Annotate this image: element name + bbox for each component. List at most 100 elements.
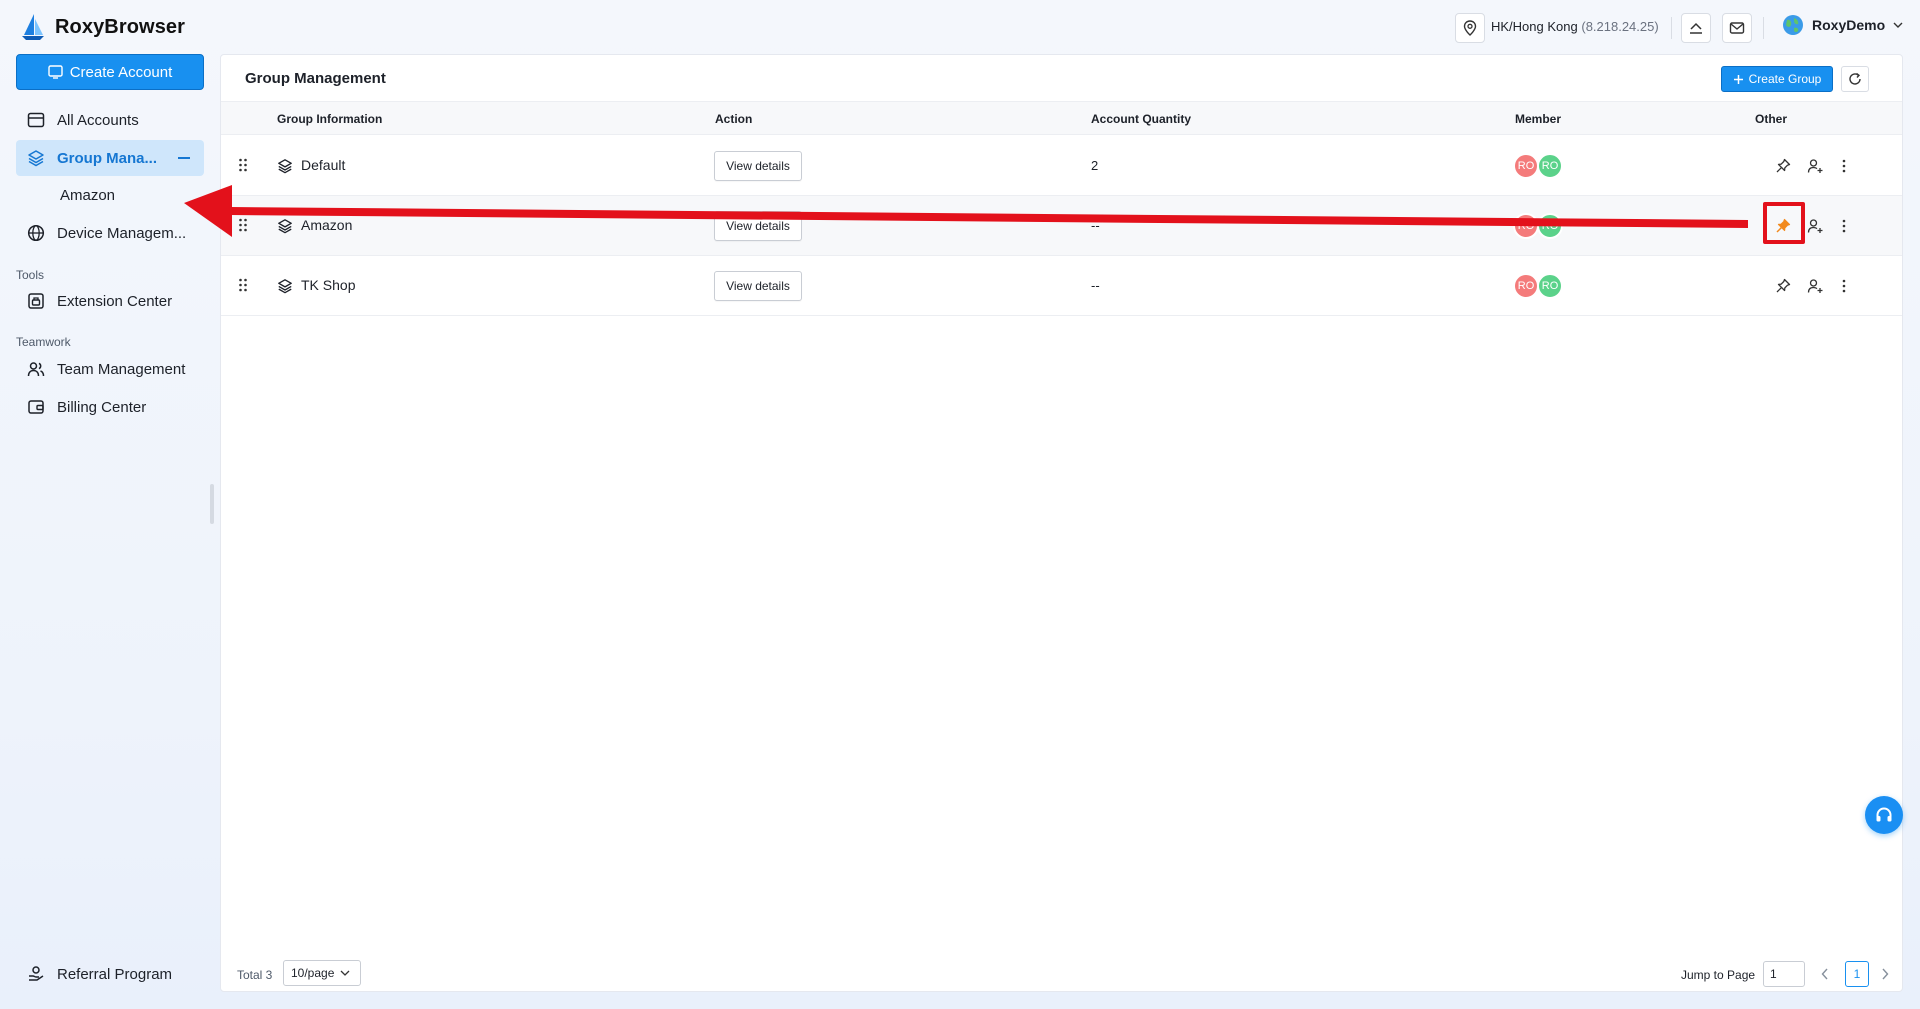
sidebar-item-extension-center[interactable]: Extension Center: [16, 283, 204, 319]
headset-icon: [1874, 805, 1894, 825]
collapse-icon[interactable]: [178, 157, 190, 159]
group-name: Default: [301, 157, 346, 173]
sidebar-item-all-accounts[interactable]: All Accounts: [16, 102, 204, 138]
divider: [1763, 17, 1764, 39]
more-vertical-icon[interactable]: [1841, 218, 1847, 234]
chevron-right-icon[interactable]: [1881, 968, 1889, 980]
support-button[interactable]: [1865, 796, 1903, 834]
location-button[interactable]: [1455, 13, 1485, 43]
page-title: Group Management: [245, 70, 386, 87]
globe-icon: [27, 224, 45, 242]
page-number-current[interactable]: 1: [1845, 961, 1869, 987]
divider: [1671, 17, 1672, 39]
sidebar-item-label: Extension Center: [57, 292, 173, 310]
sidebar-subitem-amazon[interactable]: Amazon: [60, 187, 115, 204]
location-pin-icon: [1463, 20, 1477, 36]
app-name: RoxyBrowser: [55, 15, 186, 38]
layers-icon: [277, 278, 293, 294]
sidebar-item-team-management[interactable]: Team Management: [16, 351, 204, 387]
drag-handle-icon[interactable]: [238, 158, 248, 172]
more-vertical-icon[interactable]: [1841, 158, 1847, 174]
brand: RoxyBrowser: [20, 13, 185, 41]
group-name: TK Shop: [301, 277, 356, 293]
drag-handle-icon[interactable]: [238, 278, 248, 292]
page-size-value: 10/page: [291, 966, 335, 980]
table-row[interactable]: Amazon View details -- RO RO: [221, 196, 1902, 256]
add-member-icon[interactable]: [1807, 158, 1824, 174]
more-vertical-icon[interactable]: [1841, 278, 1847, 294]
table-row[interactable]: Default View details 2 RO RO: [221, 136, 1902, 196]
sidebar-item-label: Team Management: [57, 360, 186, 378]
mail-button[interactable]: [1722, 13, 1752, 43]
table-header: Group Information Action Account Quantit…: [221, 101, 1902, 135]
account-quantity: --: [1091, 218, 1100, 233]
avatar: RO: [1537, 273, 1563, 299]
gift-hand-icon: [27, 965, 45, 983]
chevron-left-icon[interactable]: [1821, 968, 1829, 980]
add-member-icon[interactable]: [1807, 278, 1824, 294]
avatar: RO: [1513, 213, 1539, 239]
account-quantity: 2: [1091, 158, 1099, 173]
layers-icon: [277, 158, 293, 174]
upload-button[interactable]: [1681, 13, 1711, 43]
sidebar: Create Account All Accounts Group Mana..…: [0, 54, 220, 1009]
sidebar-item-label: Device Managem...: [57, 224, 187, 242]
globe-avatar-icon: [1782, 14, 1804, 36]
sidebar-item-referral-program[interactable]: Referral Program: [16, 956, 204, 992]
total-count: Total 3: [237, 968, 273, 982]
avatar: RO: [1513, 153, 1539, 179]
section-label-teamwork: Teamwork: [16, 335, 71, 349]
add-member-icon[interactable]: [1807, 218, 1824, 234]
column-header: Account Quantity: [1091, 112, 1192, 126]
column-header: Action: [715, 112, 753, 126]
avatar: RO: [1537, 153, 1563, 179]
page-size-select[interactable]: 10/page: [283, 960, 361, 986]
browser-window-icon: [27, 111, 45, 129]
create-account-label: Create Account: [69, 63, 173, 81]
column-header: Other: [1755, 112, 1788, 126]
location-text: HK/Hong Kong (8.218.24.25): [1491, 19, 1659, 34]
refresh-button[interactable]: [1841, 66, 1869, 92]
top-bar: RoxyBrowser HK/Hong Kong (8.218.24.25) R…: [0, 0, 1920, 54]
sidebar-item-billing-center[interactable]: Billing Center: [16, 389, 204, 425]
location-ip: (8.218.24.25): [1581, 19, 1659, 34]
main-panel: Group Management Create Group Group Info…: [220, 54, 1903, 992]
location-name: HK/Hong Kong: [1491, 19, 1578, 34]
view-details-button[interactable]: View details: [714, 271, 802, 301]
avatar: RO: [1513, 273, 1539, 299]
column-header: Member: [1515, 112, 1562, 126]
column-header: Group Information: [277, 112, 383, 126]
jump-page-input[interactable]: 1: [1763, 961, 1805, 987]
extension-icon: [27, 292, 45, 310]
create-account-button[interactable]: Create Account: [16, 54, 204, 90]
pin-icon[interactable]: [1775, 158, 1791, 174]
avatar: RO: [1537, 213, 1563, 239]
section-label-tools: Tools: [16, 268, 45, 282]
team-icon: [27, 360, 45, 378]
chevron-down-icon: [1893, 21, 1903, 29]
user-name: RoxyDemo: [1812, 17, 1886, 33]
chevron-down-icon: [340, 969, 350, 977]
create-group-button[interactable]: Create Group: [1721, 66, 1833, 92]
user-menu[interactable]: RoxyDemo: [1782, 14, 1903, 36]
layers-icon: [27, 149, 45, 167]
view-details-button[interactable]: View details: [714, 151, 802, 181]
account-quantity: --: [1091, 278, 1100, 293]
table-row[interactable]: TK Shop View details -- RO RO: [221, 256, 1902, 316]
view-details-button[interactable]: View details: [714, 211, 802, 241]
drag-handle-icon[interactable]: [238, 218, 248, 232]
group-name: Amazon: [301, 217, 353, 233]
sidebar-item-label: Group Mana...: [57, 149, 158, 167]
plus-icon: [1733, 74, 1744, 85]
pin-icon[interactable]: [1775, 278, 1791, 294]
sidebar-resize-handle[interactable]: [210, 484, 214, 524]
roxy-logo-icon: [20, 13, 46, 41]
sidebar-item-label: All Accounts: [57, 111, 139, 129]
sidebar-item-group-management[interactable]: Group Mana...: [16, 140, 204, 176]
jump-to-page-label: Jump to Page: [1681, 968, 1756, 982]
mail-icon: [1729, 21, 1745, 35]
create-group-label: Create Group: [1748, 72, 1822, 86]
sidebar-item-device-management[interactable]: Device Managem...: [16, 215, 204, 251]
sidebar-item-label: Billing Center: [57, 398, 147, 416]
sidebar-item-label: Referral Program: [57, 965, 173, 983]
